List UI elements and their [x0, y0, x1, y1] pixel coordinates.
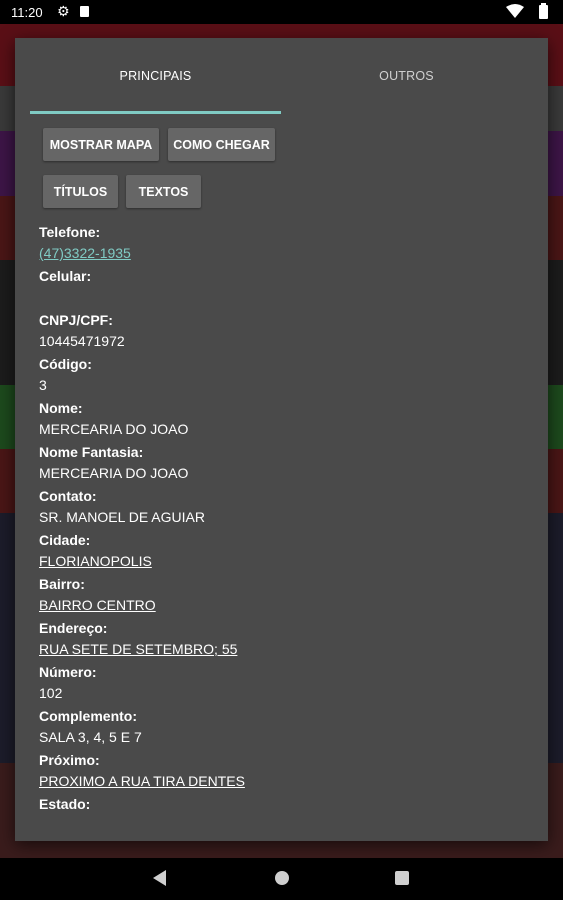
contato-label: Contato:: [39, 488, 97, 504]
navigation-bar: [0, 858, 563, 900]
tab-bar: PRINCIPAIS OUTROS: [30, 38, 533, 114]
bairro-value[interactable]: BAIRRO CENTRO: [39, 597, 156, 613]
codigo-label: Código:: [39, 356, 92, 372]
nome-label: Nome:: [39, 400, 83, 416]
gear-icon: ⚙: [57, 3, 70, 19]
cnpj-label: CNPJ/CPF:: [39, 312, 113, 328]
sd-card-icon: [80, 6, 89, 17]
cidade-label: Cidade:: [39, 532, 91, 548]
contato-value: SR. MANOEL DE AGUIAR: [39, 509, 205, 525]
details-dialog: PRINCIPAIS OUTROS MOSTRAR MAPA COMO CHEG…: [15, 38, 548, 841]
complemento-label: Complemento:: [39, 708, 137, 724]
bairro-label: Bairro:: [39, 576, 85, 592]
recents-icon[interactable]: [395, 871, 409, 885]
telefone-value[interactable]: (47)3322-1935: [39, 245, 131, 261]
estado-label: Estado:: [39, 796, 91, 812]
status-time: 11:20: [11, 5, 43, 20]
proximo-label: Próximo:: [39, 752, 100, 768]
nome-fantasia-label: Nome Fantasia:: [39, 444, 144, 460]
titulos-button[interactable]: TÍTULOS: [43, 175, 118, 208]
celular-label: Celular:: [39, 268, 92, 284]
proximo-value[interactable]: PROXIMO A RUA TIRA DENTES: [39, 773, 245, 789]
tab-principais[interactable]: PRINCIPAIS: [30, 38, 281, 114]
cnpj-value: 10445471972: [39, 333, 125, 349]
cidade-value[interactable]: FLORIANOPOLIS: [39, 553, 152, 569]
battery-icon: [539, 3, 548, 19]
endereco-label: Endereço:: [39, 620, 108, 636]
home-icon[interactable]: [275, 871, 289, 885]
numero-label: Número:: [39, 664, 97, 680]
nome-fantasia-value: MERCEARIA DO JOAO: [39, 465, 189, 481]
wifi-icon: [506, 4, 524, 21]
textos-button[interactable]: TEXTOS: [126, 175, 201, 208]
como-chegar-button[interactable]: COMO CHEGAR: [168, 128, 275, 161]
codigo-value: 3: [39, 377, 47, 393]
tab-outros[interactable]: OUTROS: [281, 38, 532, 114]
tab-indicator: [30, 111, 281, 114]
numero-value: 102: [39, 685, 63, 701]
telefone-label: Telefone:: [39, 224, 101, 240]
endereco-value[interactable]: RUA SETE DE SETEMBRO; 55: [39, 641, 237, 657]
mostrar-mapa-button[interactable]: MOSTRAR MAPA: [43, 128, 159, 161]
complemento-value: SALA 3, 4, 5 E 7: [39, 729, 142, 745]
nome-value: MERCEARIA DO JOAO: [39, 421, 189, 437]
status-bar: 11:20 ⚙: [0, 0, 563, 24]
back-icon[interactable]: [153, 870, 166, 886]
